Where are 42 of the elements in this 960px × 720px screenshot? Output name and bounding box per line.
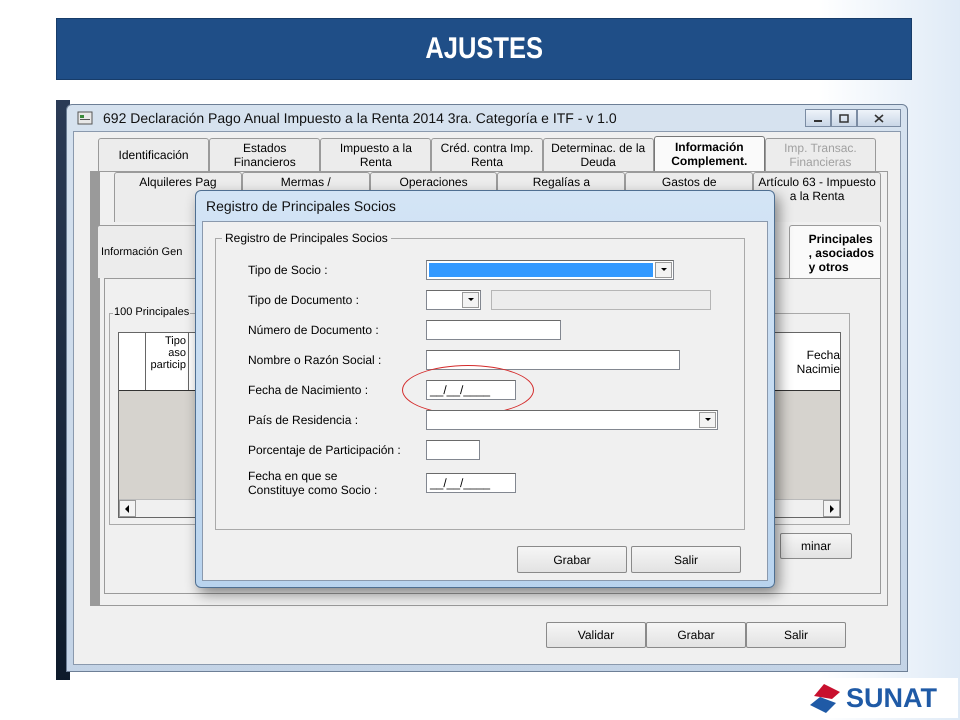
close-icon[interactable] — [872, 112, 886, 124]
delete-button[interactable]: minar — [780, 533, 852, 559]
button[interactable]: Salir — [746, 622, 846, 648]
logo-text: SUNAT — [846, 682, 937, 714]
field-label: Tipo de Socio : — [248, 263, 329, 277]
window-title: 692 Declaración Pago Anual Impuesto a la Renta 2014 3ra. Categoría e ITF - v 1.0 — [103, 110, 618, 126]
date-field[interactable]: __/__/____ — [426, 380, 516, 400]
field-label: Fecha de Nacimiento : — [248, 383, 370, 397]
input-field[interactable] — [426, 350, 680, 370]
field-label: Número de Documento : — [248, 323, 380, 337]
button[interactable]: Salir — [631, 546, 741, 573]
slide-title: AJUSTES — [425, 32, 543, 66]
column-header: Fecha Nacimie — [796, 348, 840, 376]
field-label: País de Residencia : — [248, 413, 360, 427]
button[interactable]: Grabar — [517, 546, 627, 573]
button[interactable]: Validar — [546, 622, 646, 648]
tab[interactable]: Impuesto a la Renta — [320, 138, 432, 171]
tab[interactable]: Principales , asociados y otros — [789, 225, 881, 278]
tab[interactable]: Créd. contra Imp. Renta — [431, 138, 543, 171]
minimize-button[interactable] — [805, 109, 831, 127]
group-title: Registro de Principales Socios — [222, 231, 391, 245]
tab[interactable]: Determinac. de la Deuda — [542, 138, 654, 171]
maximize-button[interactable] — [831, 109, 857, 127]
tab[interactable]: Información Complement. — [654, 136, 765, 171]
field-label: Nombre o Razón Social : — [248, 353, 382, 367]
dropdown-field[interactable] — [426, 290, 481, 310]
field-label: Tipo de Documento : — [248, 293, 360, 307]
group-title: 100 Principales — [113, 306, 190, 318]
dropdown-field[interactable] — [426, 410, 718, 430]
app-icon — [77, 111, 93, 125]
field-label: Porcentaje de Participación : — [248, 443, 402, 457]
input-field[interactable] — [426, 440, 480, 460]
dropdown-field[interactable] — [426, 260, 674, 280]
button[interactable]: Grabar — [646, 622, 746, 648]
field-label: Fecha en que se Constituye como Socio : — [248, 469, 378, 497]
date-field[interactable]: __/__/____ — [426, 473, 516, 493]
close-button[interactable] — [857, 109, 901, 127]
column-header: Tipo aso particip — [146, 333, 189, 390]
tab[interactable]: Identificación — [98, 138, 210, 171]
tab[interactable]: Estados Financieros — [209, 138, 320, 171]
input-field[interactable] — [426, 320, 561, 340]
maximize-icon[interactable] — [837, 112, 851, 124]
